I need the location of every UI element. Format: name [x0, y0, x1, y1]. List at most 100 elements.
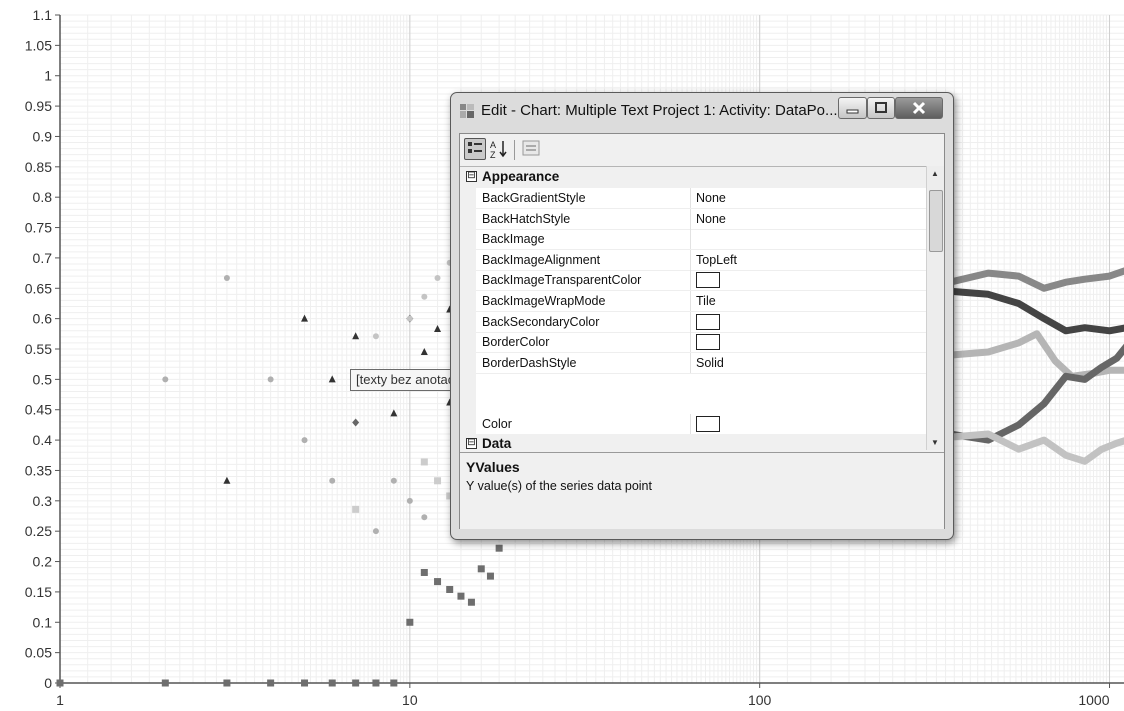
data-point[interactable]: [223, 274, 230, 281]
data-point[interactable]: [434, 324, 442, 332]
y-tick-label: 0.45: [25, 402, 52, 418]
y-tick-label: 0.3: [33, 493, 53, 509]
data-point[interactable]: [406, 618, 414, 626]
x-tick-label: 100: [748, 692, 772, 708]
data-point[interactable]: [420, 568, 428, 576]
color-swatch[interactable]: [696, 334, 720, 351]
property-row[interactable]: BackHatchStyle None: [460, 208, 926, 230]
data-point[interactable]: [223, 679, 231, 687]
y-tick-label: 0.7: [33, 250, 53, 266]
y-tick-label: 0.05: [25, 645, 52, 661]
close-button[interactable]: [895, 97, 943, 119]
scroll-down-icon[interactable]: ▼: [931, 438, 939, 447]
y-tick-label: 0.4: [33, 432, 53, 448]
data-point[interactable]: [406, 315, 413, 322]
data-point[interactable]: [329, 477, 336, 484]
y-tick-label: 0.8: [33, 189, 53, 205]
svg-text:Z: Z: [490, 150, 496, 160]
maximize-button[interactable]: [867, 97, 895, 119]
data-point[interactable]: [434, 274, 441, 281]
property-grid[interactable]: ⊟ Appearance BackGradientStyle None BackHatc…: [460, 166, 926, 451]
maximize-icon: [875, 102, 887, 113]
y-tick-label: 0.9: [33, 128, 53, 144]
data-point[interactable]: [372, 528, 379, 535]
alphabetical-button[interactable]: AZ: [488, 138, 510, 160]
property-value[interactable]: TopLeft: [696, 253, 737, 267]
property-row[interactable]: BackGradientStyle None: [460, 188, 926, 209]
property-grid-scrollbar[interactable]: ▲ ▼: [926, 166, 944, 450]
y-tick-labels: 0 0.05 0.1 0.15 0.2 0.25 0.3 0.35 0.4 0.45 0.5 0.55…: [25, 7, 60, 691]
data-point[interactable]: [161, 679, 169, 687]
property-value[interactable]: None: [696, 212, 726, 226]
scroll-up-icon[interactable]: ▲: [931, 169, 939, 178]
categorized-button[interactable]: [464, 138, 486, 160]
data-point[interactable]: [477, 565, 485, 573]
data-point[interactable]: [446, 585, 454, 593]
property-row[interactable]: BorderColor: [460, 332, 926, 354]
property-value[interactable]: Tile: [696, 294, 716, 308]
y-tick-label: 1.1: [33, 7, 53, 23]
category-appearance[interactable]: ⊟ Appearance: [460, 167, 926, 188]
property-row[interactable]: BackImageWrapMode Tile: [460, 291, 926, 312]
data-point[interactable]: [372, 679, 380, 687]
property-row[interactable]: BackImageTransparentColor: [460, 270, 926, 292]
data-point[interactable]: [162, 376, 169, 383]
property-row[interactable]: BackSecondaryColor: [460, 311, 926, 333]
data-point[interactable]: [301, 679, 309, 687]
minimize-button[interactable]: [838, 97, 867, 119]
property-name: BackSecondaryColor: [482, 314, 600, 329]
y-tick-label: 0.65: [25, 280, 52, 296]
data-point[interactable]: [352, 679, 360, 687]
property-row[interactable]: BackImageAlignment TopLeft: [460, 249, 926, 271]
data-point[interactable]: [267, 376, 274, 383]
column-divider: [690, 413, 691, 435]
data-point[interactable]: [56, 679, 64, 687]
scroll-thumb[interactable]: [929, 190, 943, 252]
data-point[interactable]: [467, 598, 475, 606]
property-row[interactable]: Color: [460, 413, 926, 435]
data-point[interactable]: [495, 544, 503, 552]
data-point[interactable]: [352, 418, 360, 427]
data-point[interactable]: [406, 497, 413, 504]
color-swatch[interactable]: [696, 313, 720, 330]
data-point[interactable]: [420, 458, 428, 466]
collapse-toggle-icon[interactable]: ⊟: [466, 438, 477, 450]
data-point[interactable]: [352, 505, 360, 513]
data-point[interactable]: [486, 572, 494, 580]
property-row[interactable]: BackImage: [460, 229, 926, 251]
data-point[interactable]: [267, 679, 275, 687]
data-point[interactable]: [434, 578, 442, 586]
data-point[interactable]: [390, 409, 398, 417]
x-tick-labels: 1 10 100 1000: [56, 683, 1111, 708]
data-point[interactable]: [434, 477, 442, 485]
color-swatch[interactable]: [696, 272, 720, 289]
data-point[interactable]: [457, 592, 465, 600]
data-point[interactable]: [390, 679, 398, 687]
data-point[interactable]: [421, 514, 428, 521]
properties-dialog[interactable]: Edit - Chart: Multiple Text Project 1: A…: [450, 92, 954, 540]
data-point[interactable]: [328, 679, 336, 687]
alphabetical-sort-icon: AZ: [490, 140, 507, 160]
x-tick-label: 10: [402, 692, 418, 708]
color-swatch[interactable]: [696, 415, 720, 432]
y-tick-label: 0.6: [33, 311, 53, 327]
collapse-toggle-icon[interactable]: ⊟: [466, 171, 477, 182]
y-tick-label: 0.95: [25, 98, 52, 114]
category-data[interactable]: ⊟ Data: [460, 434, 926, 451]
data-point[interactable]: [421, 293, 428, 300]
property-value[interactable]: Solid: [696, 356, 724, 370]
data-point[interactable]: [352, 332, 360, 340]
property-grid-panel: AZ ⊟ Appearance BackGradientStyle None BackH…: [459, 133, 945, 529]
property-value[interactable]: None: [696, 191, 726, 205]
property-name: Color: [482, 416, 512, 431]
data-point[interactable]: [390, 477, 397, 484]
column-divider: [690, 208, 691, 230]
dialog-titlebar[interactable]: Edit - Chart: Multiple Text Project 1: A…: [451, 93, 953, 133]
help-title: YValues: [466, 459, 520, 475]
data-point[interactable]: [223, 476, 231, 484]
property-row[interactable]: BorderDashStyle Solid: [460, 352, 926, 374]
data-point[interactable]: [301, 437, 308, 444]
data-point[interactable]: [372, 333, 379, 340]
property-pages-button[interactable]: [520, 138, 542, 160]
row-divider: [476, 372, 926, 374]
